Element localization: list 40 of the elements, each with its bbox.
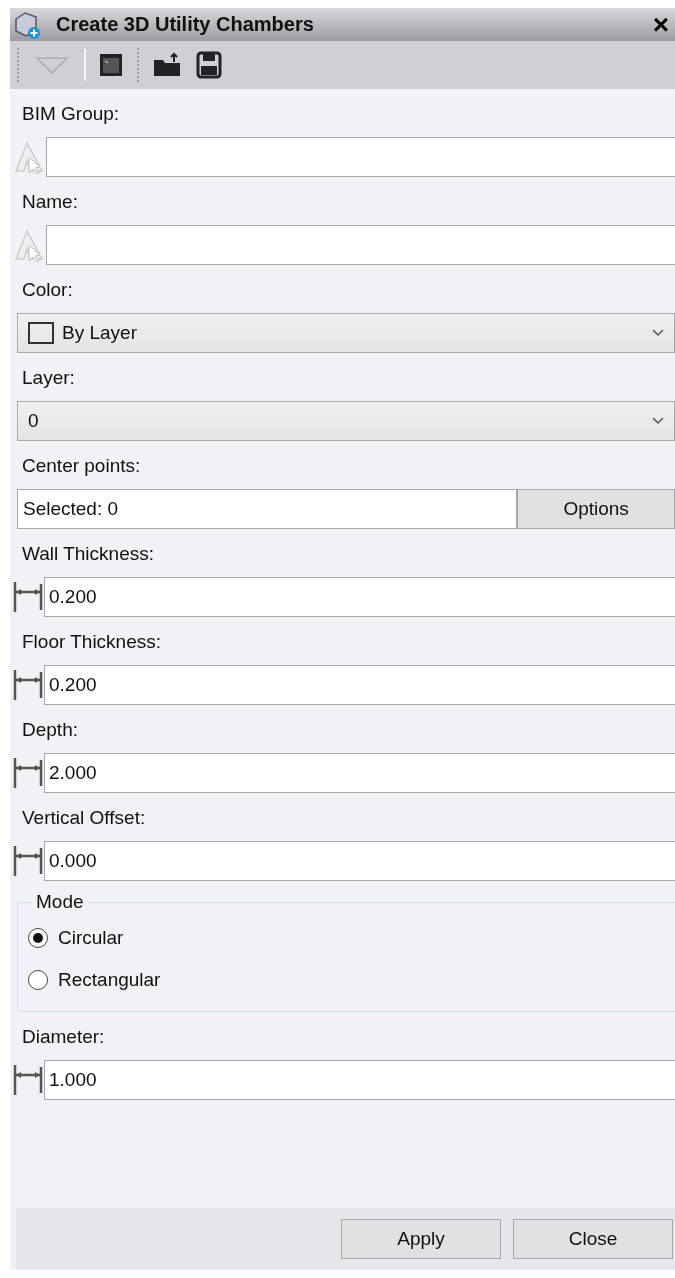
- distance-icon: [12, 756, 44, 790]
- selection-field[interactable]: Selected: 0: [17, 489, 518, 529]
- field-label: Name:: [22, 191, 79, 214]
- dropdown[interactable]: 0: [17, 401, 675, 441]
- number-input[interactable]: 1.000: [44, 1060, 675, 1100]
- dropdown[interactable]: By Layer: [17, 313, 675, 353]
- number-input[interactable]: 0.200: [44, 577, 675, 617]
- number-input[interactable]: 0.000: [44, 841, 675, 881]
- dialog-button[interactable]: Close: [513, 1219, 673, 1259]
- distance-icon: [12, 844, 44, 878]
- chevron-down-icon: [652, 329, 664, 337]
- distance-icon: [12, 668, 44, 702]
- window-title: Create 3D Utility Chambers: [56, 13, 315, 36]
- text-input[interactable]: [46, 225, 675, 265]
- radio-option[interactable]: Rectangular: [28, 959, 665, 1001]
- close-button[interactable]: ×: [652, 10, 669, 39]
- text-input[interactable]: [46, 137, 675, 177]
- radio-icon[interactable]: [28, 928, 48, 948]
- field-label: Diameter:: [22, 1026, 106, 1049]
- color-swatch-icon: [28, 322, 54, 344]
- group-label: Mode: [35, 891, 85, 913]
- field-label: Floor Thickness:: [22, 631, 163, 654]
- field-label: Depth:: [22, 719, 79, 742]
- chevron-down-icon: [652, 417, 664, 425]
- field-label: Center points:: [22, 455, 142, 478]
- distance-icon: [12, 1063, 44, 1097]
- field-label: Color:: [22, 279, 74, 302]
- radio-icon[interactable]: [28, 970, 48, 990]
- field-label: Vertical Offset:: [22, 807, 147, 830]
- chamber-app-icon: [12, 9, 42, 40]
- distance-icon: [12, 580, 44, 614]
- field-label: Layer:: [22, 367, 76, 390]
- field-label: Wall Thickness:: [22, 543, 155, 566]
- number-input[interactable]: 0.200: [44, 665, 675, 705]
- number-input[interactable]: 2.000: [44, 753, 675, 793]
- save-button[interactable]: [194, 49, 224, 81]
- dialog-button[interactable]: Apply: [341, 1219, 501, 1259]
- options-button[interactable]: Options: [517, 489, 675, 529]
- radio-option[interactable]: Circular: [28, 917, 665, 959]
- field-label: BIM Group:: [22, 103, 121, 126]
